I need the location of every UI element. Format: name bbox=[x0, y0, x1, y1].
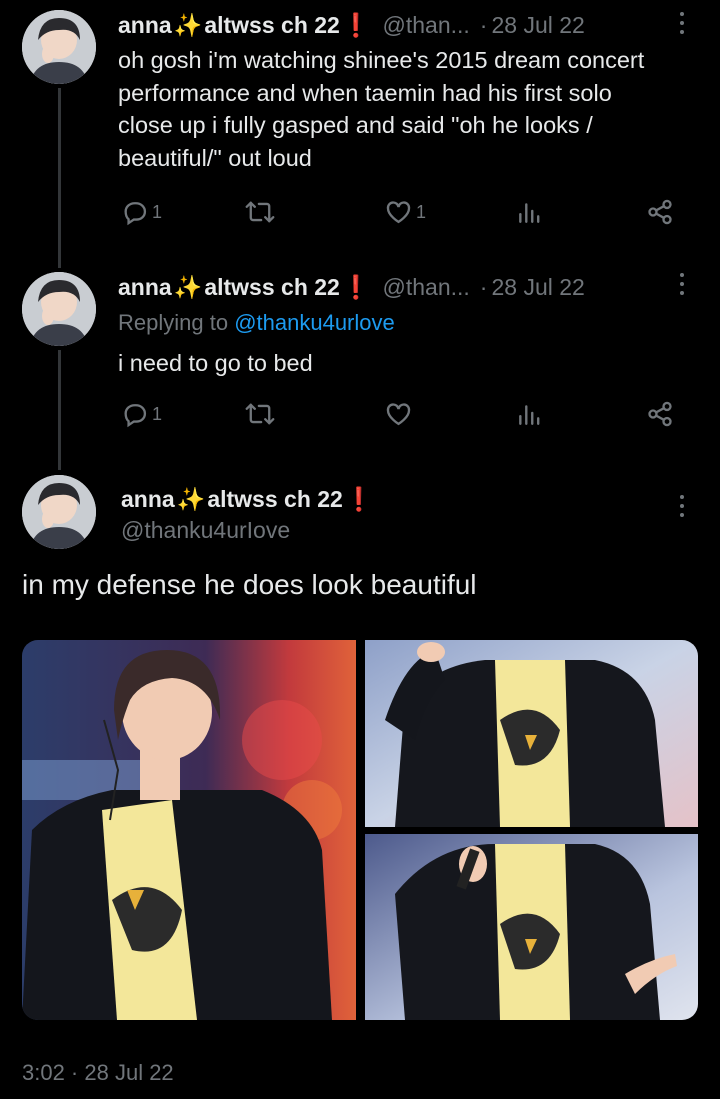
display-name-suffix[interactable]: altwss ch 22 bbox=[204, 274, 340, 301]
handle[interactable]: @thanku4urIove bbox=[121, 517, 290, 544]
views-icon bbox=[519, 405, 540, 425]
separator-dot: · bbox=[479, 274, 488, 300]
avatar[interactable] bbox=[22, 272, 96, 346]
replying-to-label: Replying to bbox=[118, 310, 229, 335]
tweet-text-line: oh gosh i'm watching shinee's 2015 dream… bbox=[118, 47, 645, 73]
more-icon[interactable] bbox=[679, 273, 685, 295]
media-photo[interactable] bbox=[365, 834, 698, 1020]
replying-to-link[interactable]: @thanku4urlove bbox=[234, 310, 395, 335]
main-tweet-text: in my defense he does look beautiful bbox=[22, 569, 477, 600]
views-button[interactable] bbox=[516, 198, 542, 226]
share-button[interactable] bbox=[646, 198, 674, 226]
red-exclamation-emoji: ❗ bbox=[341, 12, 371, 38]
views-icon bbox=[519, 203, 540, 223]
separator-dot: · bbox=[479, 12, 488, 38]
reply-icon bbox=[124, 202, 147, 226]
display-name[interactable]: anna bbox=[121, 486, 175, 513]
retweet-button[interactable] bbox=[245, 400, 278, 428]
main-tweet-header: anna ✨ altwss ch 22 ❗ bbox=[121, 486, 376, 513]
sparkles-emoji: ✨ bbox=[173, 274, 203, 300]
handle[interactable]: @than... bbox=[383, 12, 470, 39]
media-grid bbox=[22, 640, 698, 1020]
display-name-suffix[interactable]: altwss ch 22 bbox=[207, 486, 343, 513]
tweet-text-line: i need to go to bed bbox=[118, 350, 313, 376]
display-name[interactable]: anna bbox=[118, 12, 172, 39]
red-exclamation-emoji: ❗ bbox=[344, 486, 374, 512]
media-photo[interactable] bbox=[22, 640, 356, 1020]
sparkles-emoji: ✨ bbox=[173, 12, 203, 38]
tweet-header: anna ✨ altwss ch 22 ❗ @than... · 28 Jul … bbox=[118, 12, 585, 39]
media-photo[interactable] bbox=[365, 640, 698, 827]
tweet-text-line: beautiful/" out loud bbox=[118, 144, 312, 171]
reply-button[interactable]: 1 bbox=[121, 400, 162, 428]
tweet-date[interactable]: 28 Jul 22 bbox=[491, 12, 584, 39]
like-button[interactable] bbox=[384, 400, 416, 428]
like-count: 1 bbox=[416, 201, 427, 222]
avatar[interactable] bbox=[22, 10, 96, 84]
reply-count: 1 bbox=[152, 403, 163, 424]
views-button[interactable] bbox=[516, 400, 542, 428]
reply-button[interactable]: 1 bbox=[121, 198, 162, 226]
replying-to: Replying to @thanku4urlove bbox=[118, 310, 395, 336]
reply-icon bbox=[124, 404, 147, 428]
tweet-text-line: performance and when taemin had his firs… bbox=[118, 79, 612, 106]
timestamp[interactable]: 3:02 · 28 Jul 22 bbox=[22, 1060, 174, 1086]
avatar[interactable] bbox=[22, 475, 96, 549]
display-name-suffix[interactable]: altwss ch 22 bbox=[204, 12, 340, 39]
like-button[interactable]: 1 bbox=[384, 198, 426, 226]
more-icon[interactable] bbox=[679, 12, 685, 34]
tweet-header: anna ✨ altwss ch 22 ❗ @than... · 28 Jul … bbox=[118, 274, 585, 301]
display-name[interactable]: anna bbox=[118, 274, 172, 301]
retweet-icon bbox=[245, 201, 275, 223]
share-icon bbox=[648, 199, 672, 225]
reply-count: 1 bbox=[152, 201, 163, 222]
handle[interactable]: @than... bbox=[383, 274, 470, 301]
thread-line bbox=[58, 88, 61, 268]
heart-icon bbox=[386, 201, 411, 224]
retweet-button[interactable] bbox=[245, 198, 278, 226]
tweet-text: oh gosh i'm watching shinee's 2015 dream… bbox=[118, 44, 708, 174]
tweet-date[interactable]: 28 Jul 22 bbox=[491, 274, 584, 301]
tweet-text: i need to go to bed bbox=[118, 347, 313, 380]
tweet-text-line: close up i fully gasped and said "oh he … bbox=[118, 112, 593, 138]
retweet-icon bbox=[245, 403, 275, 425]
more-icon[interactable] bbox=[679, 495, 685, 517]
share-icon bbox=[648, 401, 672, 427]
sparkles-emoji: ✨ bbox=[176, 486, 206, 512]
thread-line bbox=[58, 350, 61, 470]
share-button[interactable] bbox=[646, 400, 674, 428]
heart-icon bbox=[386, 403, 411, 426]
red-exclamation-emoji: ❗ bbox=[341, 274, 371, 300]
